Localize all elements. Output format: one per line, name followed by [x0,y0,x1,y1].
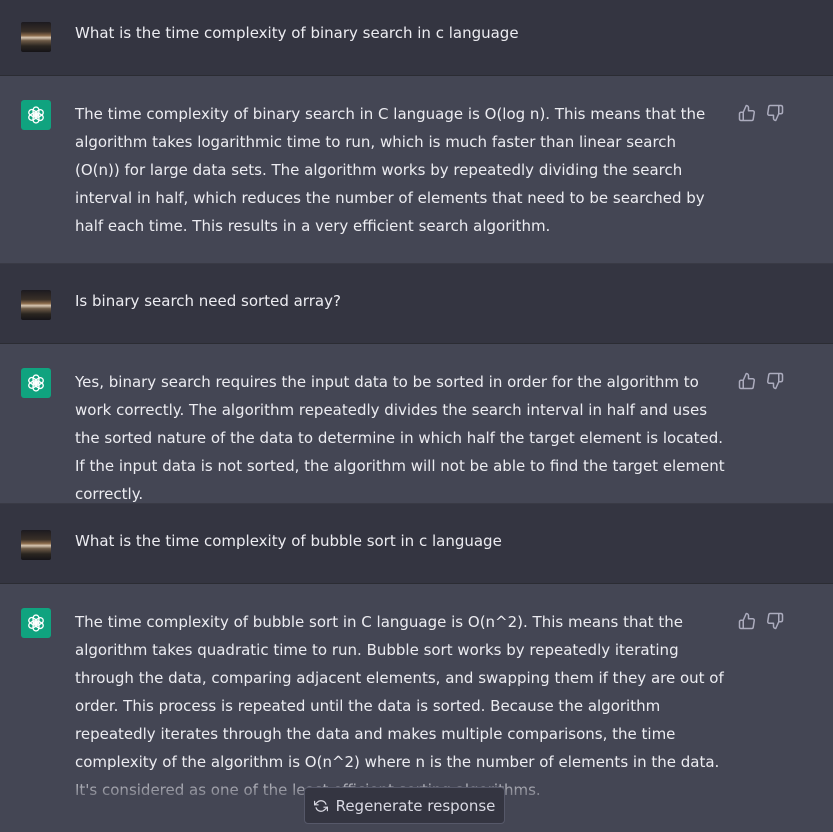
thumbs-up-icon[interactable] [738,372,756,390]
message-row-assistant: The time complexity of binary search in … [0,76,833,264]
thumbs-down-icon[interactable] [766,104,784,122]
thumbs-down-icon[interactable] [766,612,784,630]
user-avatar [21,290,51,320]
message-row-user: Is binary search need sorted array? [0,264,833,344]
user-message-text: What is the time complexity of bubble so… [75,532,502,550]
openai-logo-icon [21,368,51,398]
assistant-message-text: The time complexity of binary search in … [75,105,706,235]
user-message-text: What is the time complexity of binary se… [75,24,519,42]
feedback-buttons [738,612,784,630]
refresh-icon [313,799,328,813]
user-avatar [21,530,51,560]
user-message-text: Is binary search need sorted array? [75,292,341,310]
user-avatar [21,22,51,52]
regenerate-label: Regenerate response [335,796,496,815]
thumbs-down-icon[interactable] [766,372,784,390]
message-row-user: What is the time complexity of bubble so… [0,504,833,584]
feedback-buttons [738,372,784,390]
openai-logo-icon [21,100,51,130]
openai-logo-icon [21,608,51,638]
feedback-buttons [738,104,784,122]
thumbs-up-icon[interactable] [738,104,756,122]
message-row-user: What is the time complexity of binary se… [0,0,833,76]
message-row-assistant: Yes, binary search requires the input da… [0,344,833,504]
regenerate-response-button[interactable]: Regenerate response [304,787,505,824]
assistant-message-text: Yes, binary search requires the input da… [75,373,725,503]
assistant-message-text: The time complexity of bubble sort in C … [75,613,724,799]
thumbs-up-icon[interactable] [738,612,756,630]
